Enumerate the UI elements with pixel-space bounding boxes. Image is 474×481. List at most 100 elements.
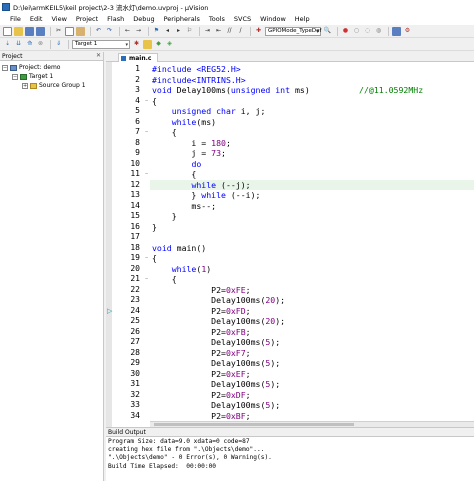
unindent-icon[interactable]: ⇤ bbox=[214, 27, 223, 36]
code-token: 73 bbox=[211, 148, 222, 158]
code-line[interactable]: Delay100ms(5); bbox=[152, 379, 280, 390]
code-line[interactable]: ms--; bbox=[152, 201, 216, 212]
close-icon[interactable]: ✕ bbox=[96, 52, 101, 59]
code-line[interactable]: i = 180; bbox=[152, 138, 230, 149]
translate-icon[interactable]: ⇣ bbox=[3, 40, 12, 49]
code-line[interactable]: } while (--i); bbox=[152, 190, 260, 201]
redo-icon[interactable]: ↷ bbox=[105, 27, 114, 36]
indent-icon[interactable]: ⇥ bbox=[203, 27, 212, 36]
menu-file[interactable]: File bbox=[10, 15, 21, 23]
tab-main-c[interactable]: main.c bbox=[118, 53, 159, 62]
new-file-icon[interactable] bbox=[3, 26, 12, 36]
code-line[interactable]: do bbox=[152, 159, 201, 170]
fold-toggle-icon[interactable]: − bbox=[145, 255, 148, 261]
code-editor[interactable]: 1 #include <REG52.H> 2 #include<INTRINS.H> 3… bbox=[106, 62, 474, 427]
fold-toggle-icon[interactable]: − bbox=[145, 171, 148, 177]
download-icon[interactable]: ⇓ bbox=[54, 40, 63, 49]
code-line[interactable]: { bbox=[152, 253, 157, 264]
code-line[interactable]: void main() bbox=[152, 243, 206, 254]
rebuild-icon[interactable]: ⟰ bbox=[25, 40, 34, 49]
find-combo[interactable]: GPIOMode_TypeDef ▾ bbox=[265, 26, 321, 36]
next-bookmark-icon[interactable]: ▸ bbox=[174, 27, 183, 36]
breakpoint-icon[interactable]: ○ bbox=[352, 27, 361, 36]
expand-icon[interactable]: + bbox=[22, 82, 28, 89]
tree-item-source-group[interactable]: + Source Group 1 bbox=[0, 81, 103, 90]
config-icon[interactable]: ⚙ bbox=[403, 27, 412, 36]
code-line[interactable]: P2=0xFD; bbox=[152, 306, 250, 317]
tree-item-target[interactable]: − Target 1 bbox=[0, 72, 103, 81]
code-line[interactable]: { bbox=[152, 274, 177, 285]
cut-icon[interactable]: ✂ bbox=[54, 27, 63, 36]
open-folder-icon[interactable] bbox=[14, 26, 23, 36]
collapse-icon[interactable]: − bbox=[2, 64, 8, 71]
nav-forward-icon[interactable]: → bbox=[134, 27, 143, 36]
manage-project-icon[interactable] bbox=[143, 39, 152, 49]
code-line[interactable]: while(1) bbox=[152, 264, 211, 275]
nav-back-icon[interactable]: ← bbox=[123, 27, 132, 36]
menu-window[interactable]: Window bbox=[260, 15, 286, 23]
code-line[interactable]: P2=0xFE; bbox=[152, 285, 250, 296]
fold-toggle-icon[interactable]: − bbox=[145, 98, 148, 104]
collapse-icon[interactable]: − bbox=[12, 73, 18, 80]
save-icon[interactable] bbox=[25, 26, 34, 36]
menu-peripherals[interactable]: Peripherals bbox=[164, 15, 200, 23]
menu-view[interactable]: View bbox=[51, 15, 66, 23]
debug-start-icon[interactable]: ● bbox=[341, 27, 350, 36]
paste-icon[interactable] bbox=[76, 26, 85, 36]
menu-help[interactable]: Help bbox=[295, 15, 310, 23]
code-token: unsigned char bbox=[171, 106, 236, 116]
breakpoint-disable-icon[interactable]: ◌ bbox=[363, 27, 372, 36]
code-line[interactable]: P2=0xDF; bbox=[152, 390, 250, 401]
code-line[interactable]: Delay100ms(5); bbox=[152, 400, 280, 411]
menu-debug[interactable]: Debug bbox=[133, 15, 154, 23]
find-icon[interactable]: 🔍 bbox=[323, 27, 332, 36]
breakpoint-clear-icon[interactable]: ◍ bbox=[374, 27, 383, 36]
window-layout-icon[interactable] bbox=[392, 26, 401, 36]
code-line[interactable]: P2=0xEF; bbox=[152, 369, 250, 380]
find-in-files-icon[interactable]: ✚ bbox=[254, 27, 263, 36]
code-line[interactable]: Delay100ms(20); bbox=[152, 295, 285, 306]
build-output-text[interactable]: Program Size: data=9.0 xdata=0 code=87 c… bbox=[106, 437, 474, 472]
build-icon[interactable]: ⇊ bbox=[14, 40, 23, 49]
menu-svcs[interactable]: SVCS bbox=[234, 15, 251, 23]
manage-rte-icon[interactable]: ◈ bbox=[165, 40, 174, 49]
save-all-icon[interactable] bbox=[36, 26, 45, 36]
undo-icon[interactable]: ↶ bbox=[94, 27, 103, 36]
code-line[interactable]: #include <REG52.H> bbox=[152, 64, 241, 75]
code-line[interactable]: while(ms) bbox=[152, 117, 216, 128]
menu-edit[interactable]: Edit bbox=[30, 15, 43, 23]
code-line[interactable]: { bbox=[152, 169, 196, 180]
code-line[interactable]: Delay100ms(5); bbox=[152, 358, 280, 369]
target-options-icon[interactable]: ✱ bbox=[132, 40, 141, 49]
code-line[interactable]: while (--j); bbox=[152, 180, 250, 191]
bookmark-icon[interactable]: ⚑ bbox=[152, 27, 161, 36]
code-line[interactable]: P2=0xF7; bbox=[152, 348, 250, 359]
fold-toggle-icon[interactable]: − bbox=[145, 276, 148, 282]
code-line[interactable]: { bbox=[152, 127, 177, 138]
target-select[interactable]: Target 1 ▾ bbox=[72, 39, 130, 49]
code-line[interactable]: } bbox=[152, 222, 157, 233]
tree-item-project[interactable]: − Project: demo bbox=[0, 63, 103, 72]
comment-icon[interactable]: // bbox=[225, 27, 234, 36]
prev-bookmark-icon[interactable]: ◂ bbox=[163, 27, 172, 36]
fold-toggle-icon[interactable]: − bbox=[145, 129, 148, 135]
uncomment-icon[interactable]: / bbox=[236, 27, 245, 36]
menu-tools[interactable]: Tools bbox=[209, 15, 225, 23]
code-line[interactable]: Delay100ms(5); bbox=[152, 337, 280, 348]
code-line[interactable]: Delay100ms(20); bbox=[152, 316, 285, 327]
stop-build-icon[interactable]: ⊗ bbox=[36, 40, 45, 49]
code-line[interactable]: { bbox=[152, 96, 157, 107]
copy-icon[interactable] bbox=[65, 26, 74, 36]
code-line[interactable]: P2=0xBF; bbox=[152, 411, 250, 422]
scrollbar-thumb[interactable] bbox=[154, 423, 354, 426]
code-line[interactable]: unsigned char i, j; bbox=[152, 106, 266, 117]
code-line[interactable]: #include<INTRINS.H> bbox=[152, 75, 246, 86]
pack-installer-icon[interactable]: ◆ bbox=[154, 40, 163, 49]
code-line[interactable]: } bbox=[152, 211, 177, 222]
menu-flash[interactable]: Flash bbox=[107, 15, 124, 23]
code-line[interactable]: void Delay100ms(unsigned int ms) //@11.0… bbox=[152, 85, 423, 96]
menu-project[interactable]: Project bbox=[76, 15, 98, 23]
code-line[interactable]: P2=0xFB; bbox=[152, 327, 250, 338]
code-line[interactable]: j = 73; bbox=[152, 148, 226, 159]
clear-bookmarks-icon[interactable]: ⚐ bbox=[185, 27, 194, 36]
